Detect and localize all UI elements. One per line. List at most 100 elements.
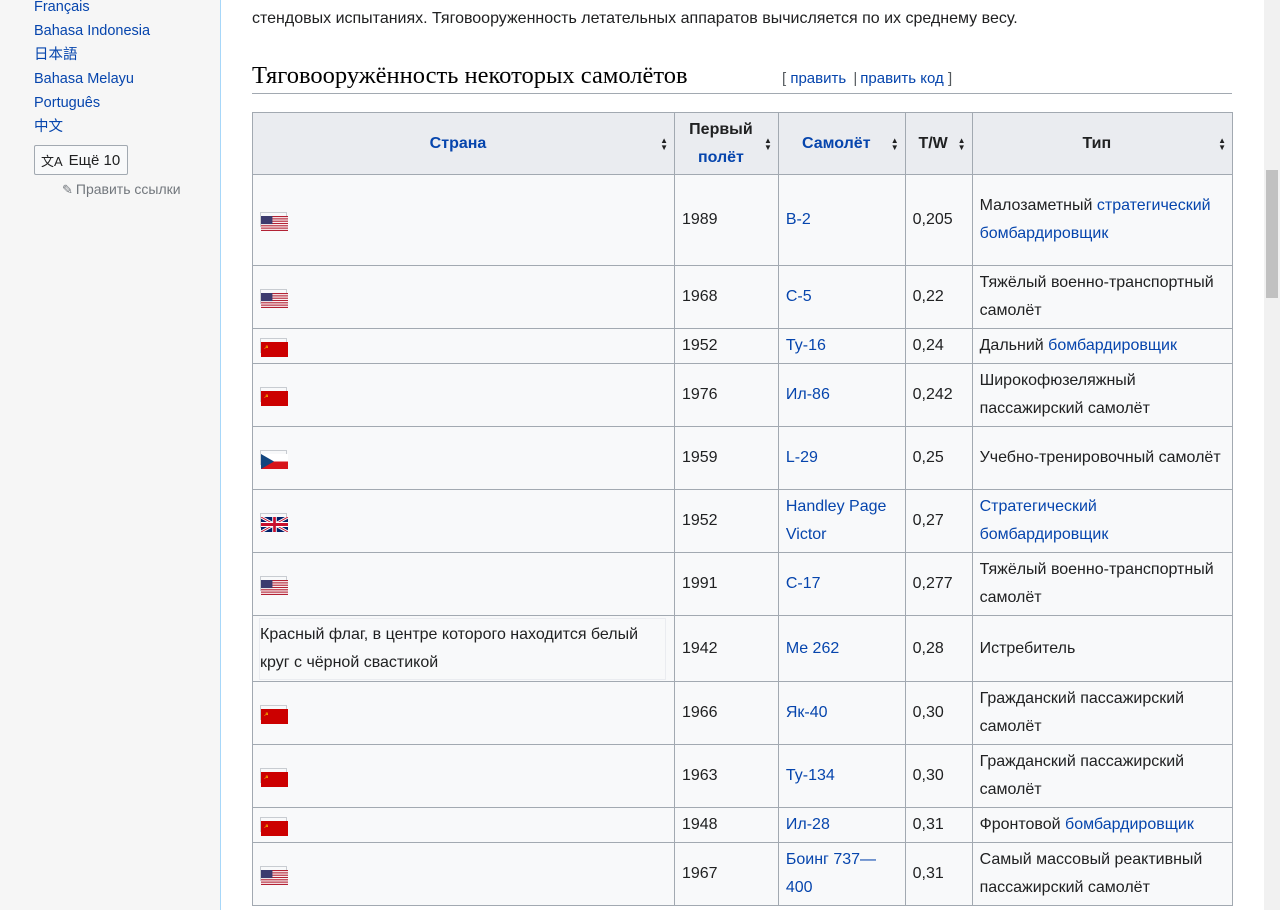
aircraft-cell: L-29 [777, 426, 906, 490]
translate-icon: 文A [41, 153, 63, 169]
section-heading: Тяговооружённость некоторых самолётов [ … [252, 60, 1232, 94]
tw-cell: 0,22 [904, 265, 973, 329]
column-header-country[interactable]: Страна ▲ ▼ [252, 112, 675, 175]
table-row: 1991 C-17 0,277 Тяжёлый военно-транспортный… [252, 552, 1234, 616]
aircraft-cell: Handley Page Victor [777, 489, 906, 553]
aircraft-cell: Ил-28 [777, 807, 906, 843]
edit-links-label: Править ссылки [75, 181, 181, 197]
svg-text:☭: ☭ [264, 824, 269, 830]
aircraft-link[interactable]: Як-40 [786, 704, 828, 721]
type-link[interactable]: Стратегический бомбардировщик [980, 498, 1109, 543]
sort-icon[interactable]: ▲ ▼ [764, 136, 772, 151]
aircraft-link[interactable]: C-5 [786, 288, 812, 305]
country-cell [252, 426, 675, 490]
type-cell: Гражданский пассажирский самолёт [971, 681, 1234, 745]
flag-su-icon[interactable]: ☭ [260, 705, 288, 725]
tw-cell: 0,205 [904, 174, 973, 266]
language-list: Français Bahasa Indonesia 日本語 Bahasa Melayu… [34, 0, 150, 139]
type-text: Истребитель [979, 639, 1076, 657]
aircraft-link[interactable]: Ту-134 [786, 767, 835, 784]
aircraft-link[interactable]: Handley Page Victor [786, 498, 887, 543]
country-cell: Красный флаг, в центре которого находитс… [252, 615, 675, 682]
language-link[interactable]: 日本語 [34, 43, 150, 67]
country-cell [252, 552, 675, 616]
type-text: Малозаметный [979, 197, 1093, 214]
column-header-type[interactable]: Тип ▲ ▼ [971, 112, 1234, 175]
sort-icon[interactable]: ▲ ▼ [958, 136, 966, 151]
intro-paragraph: стендовых испытаниях. Тяговооруженность … [252, 10, 1018, 27]
country-cell: ☭ [252, 807, 675, 843]
type-text: Широкофюзеляжный пассажирский самолёт [979, 372, 1150, 417]
edit-interlanguage-links[interactable]: ✎ Править ссылки [62, 181, 181, 198]
flag-us-icon[interactable] [260, 576, 288, 596]
edit-code-link[interactable]: править код [860, 70, 944, 87]
type-cell: Самый массовый реактивный пассажирский с… [971, 842, 1234, 906]
country-cell: ☭ [252, 328, 675, 364]
aircraft-cell: Як-40 [777, 681, 906, 745]
tw-cell: 0,28 [904, 615, 973, 682]
first-flight-cell: 1966 [673, 681, 779, 745]
sort-icon[interactable]: ▲ ▼ [1218, 136, 1226, 151]
first-flight-cell: 1991 [673, 552, 779, 616]
table-row: ☭ 1976 Ил-86 0,242 Широкофюзеляжный пассажир… [252, 363, 1234, 427]
language-link[interactable]: Bahasa Indonesia [34, 19, 150, 43]
scrollbar[interactable] [1264, 0, 1280, 910]
sort-icon[interactable]: ▲ ▼ [891, 136, 899, 151]
table-row: ☭ 1966 Як-40 0,30 Гражданский пассажирский с… [252, 681, 1234, 745]
first-flight-header-link[interactable]: полёт [698, 149, 744, 166]
column-header-first-flight[interactable]: Первый полёт ▲ ▼ [673, 112, 779, 175]
aircraft-cell: C-5 [777, 265, 906, 329]
first-flight-cell: 1963 [673, 744, 779, 808]
tw-cell: 0,25 [904, 426, 973, 490]
aircraft-link[interactable]: Ил-28 [786, 816, 830, 833]
bracket-open: [ [782, 70, 787, 87]
scrollbar-thumb[interactable] [1266, 170, 1278, 298]
type-cell: Тяжёлый военно-транспортный самолёт [971, 265, 1234, 329]
aircraft-link[interactable]: B-2 [786, 211, 811, 228]
aircraft-link[interactable]: C-17 [786, 575, 821, 592]
edit-section-link[interactable]: править [790, 70, 846, 87]
aircraft-link[interactable]: Me 262 [786, 640, 839, 657]
flag-su-icon[interactable]: ☭ [260, 768, 288, 788]
aircraft-link[interactable]: L-29 [786, 449, 818, 466]
tw-cell: 0,27 [904, 489, 973, 553]
language-link[interactable]: Bahasa Melayu [34, 67, 150, 91]
flag-us-icon[interactable] [260, 289, 288, 309]
language-link[interactable]: Français [34, 0, 150, 19]
type-link[interactable]: бомбардировщик [1048, 337, 1177, 354]
more-languages-button[interactable]: 文A Ещё 10 [34, 145, 128, 175]
first-flight-cell: 1967 [673, 842, 779, 906]
flag-su-icon[interactable]: ☭ [260, 387, 288, 407]
type-cell: Фронтовой бомбардировщик [971, 807, 1234, 843]
section-title: Тяговооружённость некоторых самолётов [252, 62, 688, 89]
aircraft-cell: C-17 [777, 552, 906, 616]
type-cell: Дальний бомбардировщик [971, 328, 1234, 364]
table-row: ☭ 1963 Ту-134 0,30 Гражданский пассажирский … [252, 744, 1234, 808]
flag-uk-icon[interactable] [260, 513, 289, 534]
first-flight-cell: 1942 [673, 615, 779, 682]
country-cell [252, 489, 675, 553]
aircraft-link[interactable]: Ту-16 [786, 337, 826, 354]
type-cell: Истребитель [971, 615, 1234, 682]
flag-su-icon[interactable]: ☭ [260, 817, 288, 837]
broken-flag-image[interactable]: Красный флаг, в центре которого находитс… [259, 617, 666, 680]
flag-cz-icon[interactable] [260, 450, 288, 470]
column-header-aircraft[interactable]: Самолёт ▲ ▼ [777, 112, 906, 175]
svg-text:☭: ☭ [264, 394, 269, 400]
language-link[interactable]: 中文 [34, 115, 150, 139]
type-text: Учебно-тренировочный самолёт [979, 449, 1221, 466]
type-text: Гражданский пассажирский самолёт [979, 753, 1185, 798]
sort-icon[interactable]: ▲ ▼ [660, 136, 668, 151]
flag-us-icon[interactable] [260, 866, 288, 886]
flag-su-icon[interactable]: ☭ [260, 338, 288, 358]
tw-header-label: T/W [918, 134, 948, 152]
aircraft-cell: Ту-134 [777, 744, 906, 808]
aircraft-link[interactable]: Ил-86 [786, 386, 830, 403]
aircraft-cell: Боинг 737—400 [777, 842, 906, 906]
country-cell [252, 842, 675, 906]
column-header-tw[interactable]: T/W ▲ ▼ [904, 112, 973, 175]
aircraft-link[interactable]: Боинг 737—400 [786, 851, 876, 896]
flag-us-icon[interactable] [260, 212, 288, 232]
language-link[interactable]: Português [34, 91, 150, 115]
type-link[interactable]: бомбардировщик [1065, 816, 1194, 833]
